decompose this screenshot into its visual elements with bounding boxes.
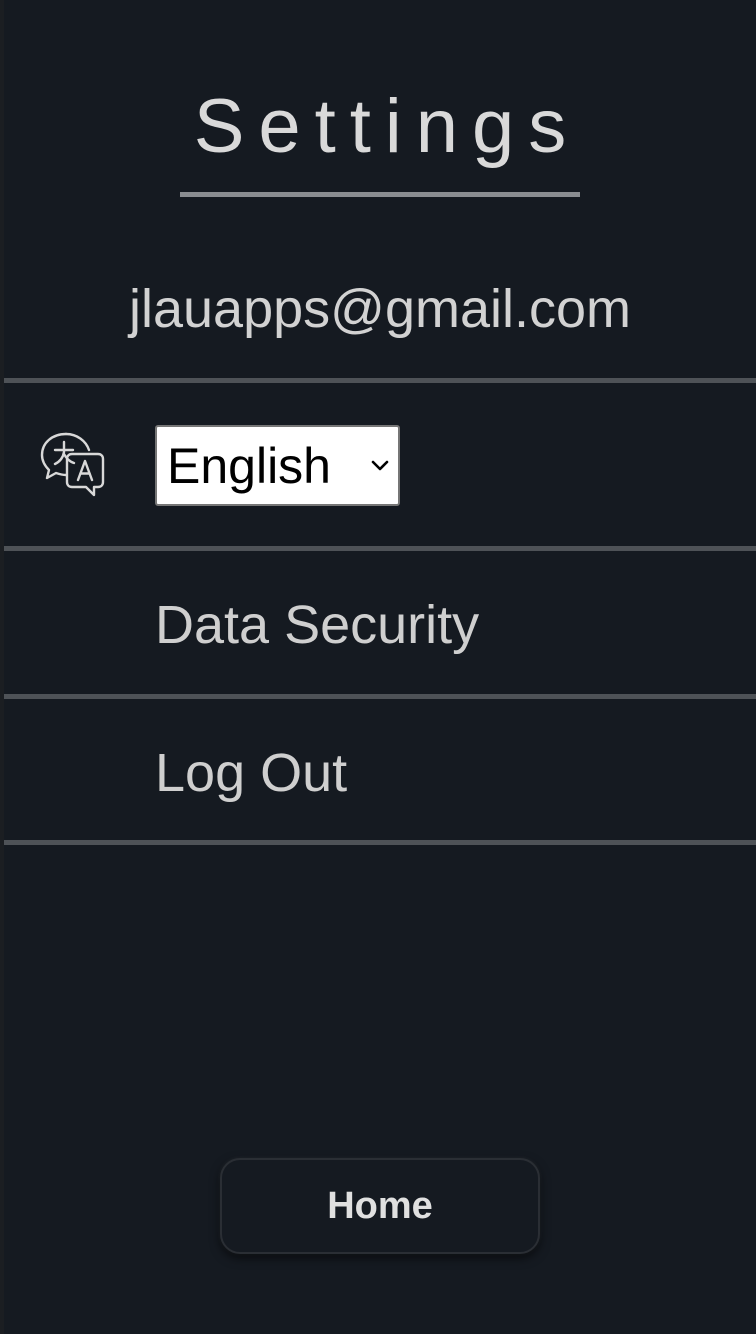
account-email: jlauapps@gmail.com — [128, 279, 632, 339]
data-security-link[interactable]: Data Security — [155, 592, 479, 658]
page-title: Settings — [193, 84, 581, 169]
home-button-label: Home — [327, 1184, 433, 1227]
settings-screen: Settings jlauapps@gmail.com English Data… — [4, 0, 756, 1334]
home-button[interactable]: Home — [220, 1158, 540, 1254]
chevron-down-icon — [362, 425, 398, 506]
divider — [4, 546, 756, 551]
language-select[interactable]: English — [155, 425, 400, 506]
log-out-link[interactable]: Log Out — [155, 740, 347, 806]
title-underline — [180, 192, 580, 197]
divider — [4, 694, 756, 699]
translate-icon — [36, 428, 108, 500]
language-select-value: English — [167, 437, 331, 494]
divider — [4, 840, 756, 845]
language-row: English — [4, 384, 756, 547]
divider — [4, 378, 756, 383]
